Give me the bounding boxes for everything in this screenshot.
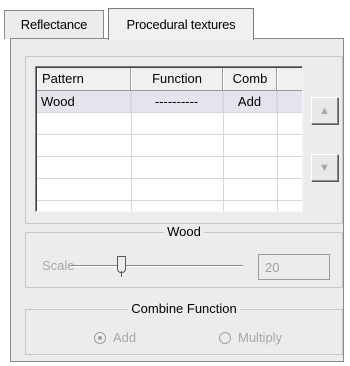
- radio-add-label[interactable]: Add: [113, 330, 136, 345]
- tab-procedural-textures[interactable]: Procedural textures: [108, 8, 254, 40]
- wood-group-caption: Wood: [26, 224, 342, 239]
- pattern-list[interactable]: Pattern Function Comb Wood ---------- Ad…: [35, 66, 303, 212]
- column-header-function[interactable]: Function: [131, 68, 223, 90]
- table-row-empty: [37, 113, 302, 135]
- move-down-button[interactable]: ▼: [311, 154, 338, 181]
- scale-value-field[interactable]: 20: [258, 254, 330, 280]
- list-header: Pattern Function Comb: [37, 68, 302, 91]
- table-row-empty: [37, 157, 302, 179]
- combine-function-caption: Combine Function: [26, 301, 342, 316]
- table-row-empty: [37, 135, 302, 157]
- slider-tick: [121, 271, 122, 277]
- cell-function: ----------: [131, 91, 223, 112]
- column-divider: [277, 91, 278, 211]
- table-row[interactable]: Wood ---------- Add: [37, 91, 302, 113]
- radio-add[interactable]: [94, 332, 106, 344]
- table-row-empty: [37, 179, 302, 201]
- arrow-up-icon: ▲: [319, 104, 330, 117]
- column-divider: [131, 91, 132, 211]
- combine-function-group: Combine Function: [25, 301, 343, 355]
- column-divider: [223, 91, 224, 211]
- move-up-button[interactable]: ▲: [311, 97, 338, 124]
- arrow-down-icon: ▼: [319, 161, 330, 174]
- radio-multiply-label[interactable]: Multiply: [238, 330, 282, 345]
- column-header-empty: [277, 68, 302, 90]
- scale-slider-track[interactable]: [70, 265, 243, 267]
- column-header-pattern[interactable]: Pattern: [37, 68, 131, 90]
- tab-reflectance[interactable]: Reflectance: [4, 10, 104, 39]
- cell-pattern: Wood: [37, 91, 131, 112]
- cell-comb: Add: [223, 91, 277, 112]
- column-header-comb[interactable]: Comb: [223, 68, 277, 90]
- radio-multiply[interactable]: [219, 332, 231, 344]
